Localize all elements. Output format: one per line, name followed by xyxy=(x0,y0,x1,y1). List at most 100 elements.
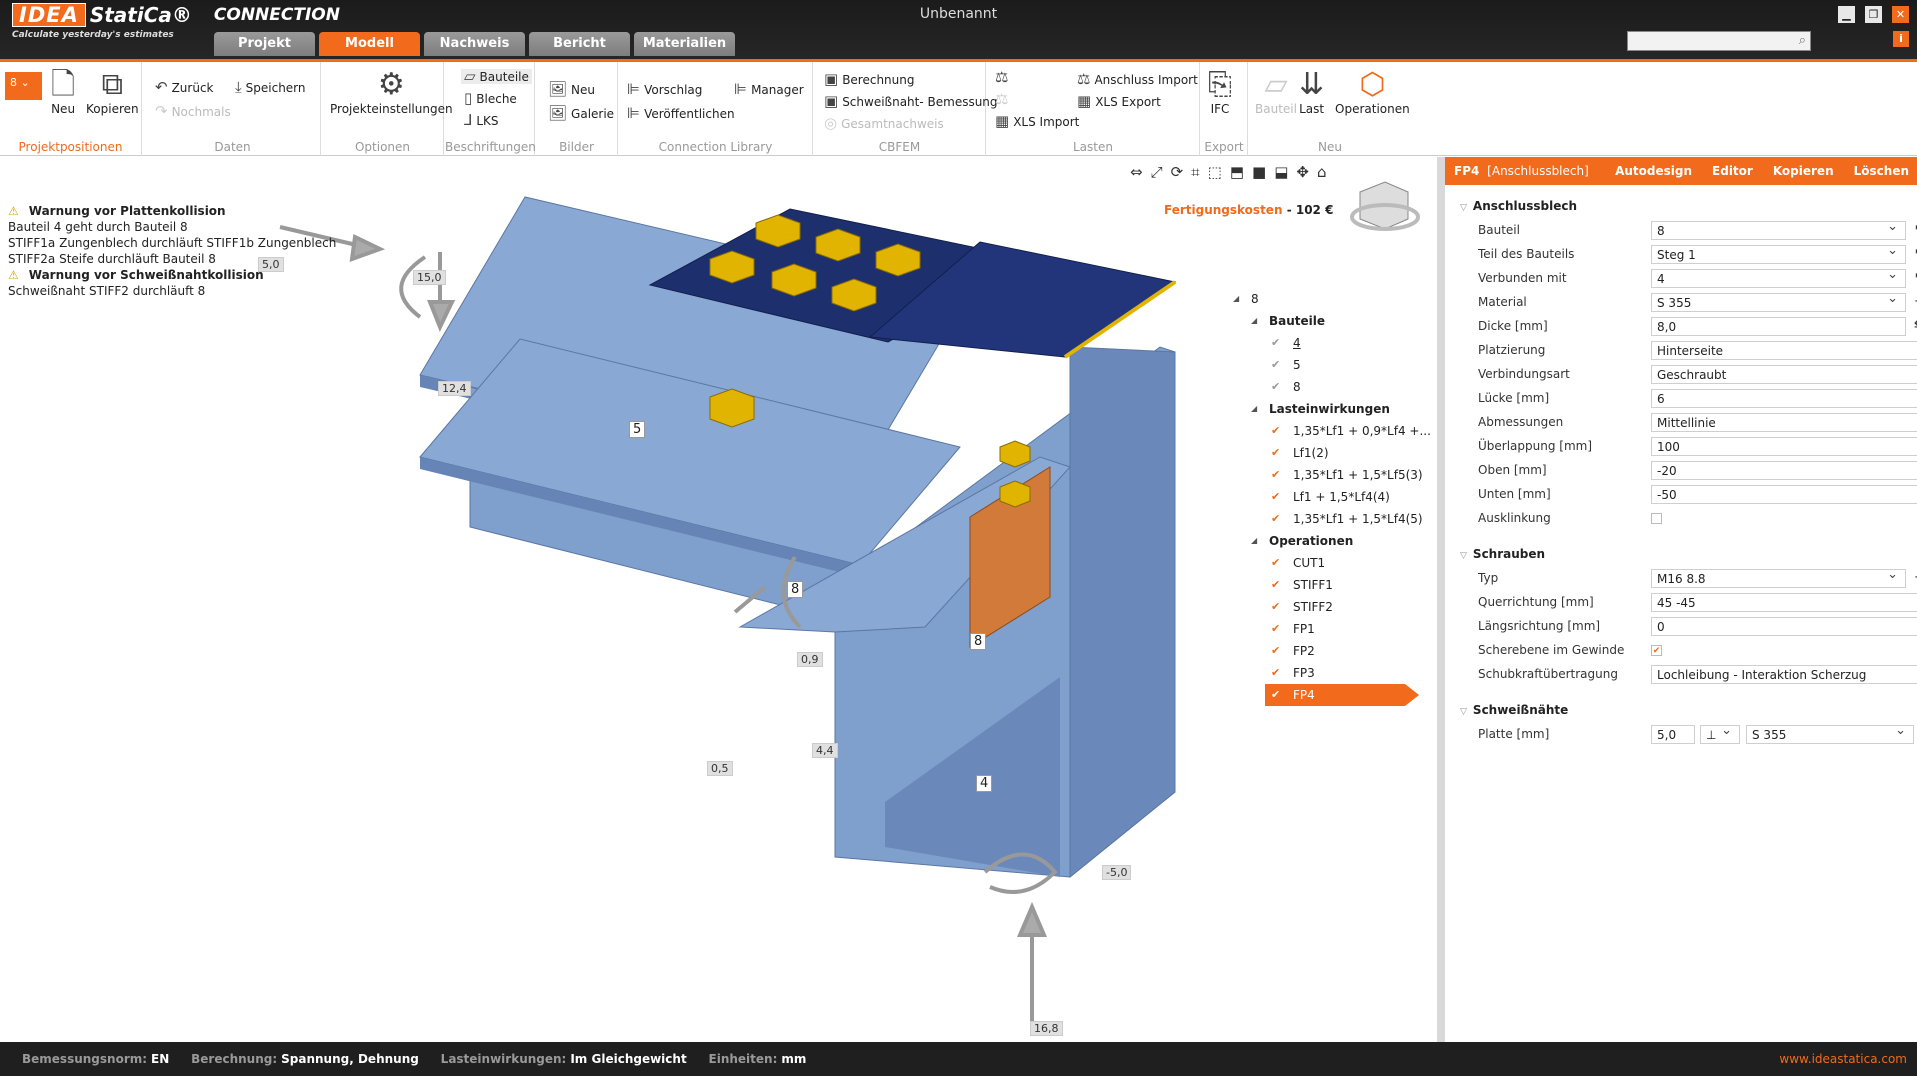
checkbox-icon[interactable]: ✔ xyxy=(1271,557,1283,569)
schubkraft-select[interactable]: Lochleibung - Interaktion Scherzug xyxy=(1651,665,1917,684)
tab-nachweis[interactable]: Nachweis xyxy=(424,32,525,56)
bleche-label-button[interactable]: ▯ Bleche xyxy=(464,91,517,106)
checkbox-icon[interactable]: ✔ xyxy=(1271,447,1283,459)
bauteil-select[interactable]: 8 xyxy=(1651,219,1906,240)
tab-modell[interactable]: Modell xyxy=(319,32,420,56)
section-schrauben[interactable]: ▽ Schrauben xyxy=(1460,547,1545,561)
operationen-button[interactable]: ⬡ Operationen xyxy=(1335,70,1410,117)
rotate-icon[interactable]: ⟳ xyxy=(1171,163,1184,181)
tree-item-last[interactable]: ✔ Lf1(2) xyxy=(1233,442,1423,464)
weld-material-select[interactable]: S 355 xyxy=(1746,723,1914,744)
editor-button[interactable]: Editor xyxy=(1712,157,1753,185)
manager-button[interactable]: ⊫ Manager xyxy=(734,82,804,97)
neu-position-button[interactable]: 🗋 Neu xyxy=(51,70,75,117)
tree-item-operation[interactable]: ✔ STIFF1 xyxy=(1233,574,1423,596)
section-icon[interactable]: ⬓ xyxy=(1274,163,1288,181)
tab-materialien[interactable]: Materialien xyxy=(634,32,735,56)
tree-item-operation[interactable]: ✔ STIFF2 xyxy=(1233,596,1423,618)
vorschlag-button[interactable]: ⊫ Vorschlag xyxy=(627,82,702,97)
speichern-button[interactable]: ⤓ Speichern xyxy=(235,80,306,95)
checkbox-icon[interactable]: ✔ xyxy=(1271,359,1283,371)
checkbox-icon[interactable]: ✔ xyxy=(1271,667,1283,679)
zoom-extents-icon[interactable]: ⤢ xyxy=(1151,163,1163,181)
verbunden-select[interactable]: 4 xyxy=(1651,267,1906,288)
solid-icon[interactable]: ■ xyxy=(1252,163,1266,181)
collapse-arrow-icon[interactable]: ◢ xyxy=(1251,530,1257,552)
section-schweissnaehte[interactable]: ▽ Schweißnähte xyxy=(1460,703,1568,717)
lks-label-button[interactable]: ⅃ LKS xyxy=(464,113,499,128)
laengsrichtung-input[interactable]: 0 xyxy=(1651,617,1917,636)
checkbox-icon[interactable]: ✔ xyxy=(1271,491,1283,503)
checkbox-icon[interactable]: ✔ xyxy=(1271,337,1283,349)
zurueck-button[interactable]: ↶ Zurück xyxy=(155,80,214,95)
querrichtung-input[interactable]: 45 -45 xyxy=(1651,593,1917,612)
tree-item-last[interactable]: ✔ 1,35*Lf1 + 0,9*Lf4 +... xyxy=(1233,420,1431,442)
bauteile-label-button[interactable]: ▱ Bauteile xyxy=(461,69,532,84)
bild-neu-button[interactable]: 🖼 Neu xyxy=(548,82,595,97)
veroeffentlichen-button[interactable]: ⊫ Veröffentlichen xyxy=(627,106,735,121)
tree-item-operation[interactable]: ✔ FP1 xyxy=(1233,618,1423,640)
material-select[interactable]: S 355 xyxy=(1651,291,1906,312)
collapse-arrow-icon[interactable]: ◢ xyxy=(1251,310,1257,332)
schraubentyp-select[interactable]: M16 8.8 xyxy=(1651,567,1906,588)
dicke-input[interactable]: 8,0 xyxy=(1651,317,1906,336)
last-button[interactable]: ⇊ Last xyxy=(1299,70,1324,117)
tree-item-operation[interactable]: ✔ FP3 xyxy=(1233,662,1423,684)
load-balance-button[interactable]: ⚖ xyxy=(995,70,1008,85)
luecke-input[interactable]: 6 xyxy=(1651,389,1917,408)
ifc-export-button[interactable]: ⎘ IFC xyxy=(1208,70,1232,117)
nochmals-button[interactable]: ↷ Nochmals xyxy=(155,104,231,119)
teil-select[interactable]: Steg 1 xyxy=(1651,243,1906,264)
loeschen-button[interactable]: Löschen xyxy=(1854,157,1909,185)
verbindungsart-select[interactable]: Geschraubt xyxy=(1651,365,1917,384)
gesamtnachweis-button[interactable]: ◎ Gesamtnachweis xyxy=(824,116,944,131)
checkbox-icon[interactable]: ✔ xyxy=(1271,381,1283,393)
axes-icon[interactable]: ✥ xyxy=(1296,163,1309,181)
checkbox-icon[interactable]: ✔ xyxy=(1271,469,1283,481)
panel-splitter[interactable] xyxy=(1437,157,1445,1042)
ausklinkung-checkbox[interactable] xyxy=(1651,513,1662,524)
section-anschlussblech[interactable]: ▽ Anschlussblech xyxy=(1460,199,1577,213)
maximize-icon[interactable]: ❐ xyxy=(1865,6,1882,23)
collapse-arrow-icon[interactable]: ◢ xyxy=(1251,398,1257,420)
bauteil-button[interactable]: ▱ Bauteil xyxy=(1255,70,1297,117)
tree-item-last[interactable]: ✔ 1,35*Lf1 + 1,5*Lf4(5) xyxy=(1233,508,1423,530)
berechnung-button[interactable]: ▣ Berechnung xyxy=(824,72,915,87)
weld-type-select[interactable]: ⊥ xyxy=(1700,723,1740,744)
load-equilibrium-button[interactable]: ⚖ xyxy=(995,92,1008,107)
anschluss-import-button[interactable]: ⚖ Anschluss Import xyxy=(1077,72,1198,87)
tab-bericht[interactable]: Bericht xyxy=(529,32,630,56)
help-icon[interactable]: i xyxy=(1893,31,1909,47)
website-link[interactable]: www.ideastatica.com xyxy=(1779,1042,1907,1076)
ueberlappung-input[interactable]: 100 xyxy=(1651,437,1917,456)
xls-export-button[interactable]: ▦ XLS Export xyxy=(1077,94,1161,109)
checkbox-icon[interactable]: ✔ xyxy=(1271,689,1283,701)
autodesign-button[interactable]: Autodesign xyxy=(1615,157,1692,185)
position-selector[interactable]: 8 ⌄ xyxy=(5,72,42,100)
checkbox-icon[interactable]: ✔ xyxy=(1271,513,1283,525)
tree-item-operation[interactable]: ✔ CUT1 xyxy=(1233,552,1423,574)
galerie-button[interactable]: 🖼 Galerie xyxy=(548,106,614,121)
tree-item-bauteil[interactable]: ✔ 4 xyxy=(1233,332,1423,354)
checkbox-icon[interactable]: ✔ xyxy=(1271,623,1283,635)
platte-thickness-input[interactable]: 5,0 xyxy=(1651,725,1695,744)
abmessungen-select[interactable]: Mittellinie xyxy=(1651,413,1917,432)
minimize-icon[interactable]: ▁ xyxy=(1838,6,1855,23)
close-icon[interactable]: ✕ xyxy=(1892,6,1909,23)
tree-item-last[interactable]: ✔ Lf1 + 1,5*Lf4(4) xyxy=(1233,486,1423,508)
platzierung-select[interactable]: Hinterseite xyxy=(1651,341,1917,360)
tree-item-operation[interactable]: ✔ FP2 xyxy=(1233,640,1423,662)
tree-group-lasten[interactable]: ◢ Lasteinwirkungen xyxy=(1233,398,1423,420)
view-cube-icon[interactable] xyxy=(1350,181,1420,231)
kopieren-position-button[interactable]: ⧉ Kopieren xyxy=(86,70,139,117)
transparent-icon[interactable]: ⬒ xyxy=(1230,163,1244,181)
tree-root[interactable]: ◢ 8 xyxy=(1233,288,1423,310)
tab-projekt[interactable]: Projekt xyxy=(214,32,315,56)
checkbox-icon[interactable]: ✔ xyxy=(1271,601,1283,613)
schweissnaht-bemessung-button[interactable]: ▣ Schweißnaht- Bemessung xyxy=(824,94,998,109)
checkbox-icon[interactable]: ✔ xyxy=(1271,579,1283,591)
tree-item-bauteil[interactable]: ✔ 5 xyxy=(1233,354,1423,376)
checkbox-icon[interactable]: ✔ xyxy=(1271,425,1283,437)
home-icon[interactable]: ⌂ xyxy=(1317,163,1327,181)
scherebene-checkbox[interactable]: ✔ xyxy=(1651,645,1662,656)
